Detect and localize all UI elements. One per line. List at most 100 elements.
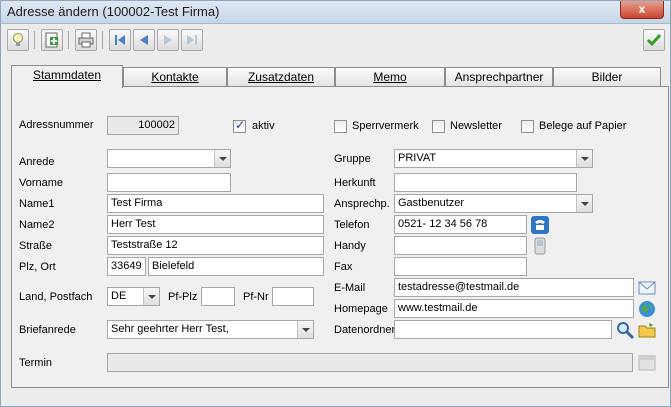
- pfplz-input[interactable]: [201, 287, 235, 306]
- pfplz-label: Pf-Plz: [168, 291, 198, 303]
- confirm-button[interactable]: [643, 29, 665, 51]
- chevron-down-icon[interactable]: [576, 150, 592, 167]
- handy-input[interactable]: [394, 236, 527, 255]
- plzort-label: Plz, Ort: [19, 261, 56, 273]
- datenordner-label: Datenordner: [334, 324, 396, 336]
- termin-field: [107, 353, 633, 372]
- print-button[interactable]: [75, 29, 97, 51]
- lightbulb-icon: [13, 33, 23, 46]
- gruppe-label: Gruppe: [334, 153, 371, 165]
- herkunft-label: Herkunft: [334, 177, 376, 189]
- newsletter-checkbox[interactable]: [432, 120, 445, 133]
- add-button[interactable]: [41, 29, 63, 51]
- fax-input[interactable]: [394, 257, 527, 276]
- termin-label: Termin: [19, 357, 53, 369]
- mobile-phone-icon: [534, 237, 546, 255]
- land-label: Land, Postfach: [19, 291, 93, 303]
- confirm-check-icon: [646, 34, 662, 47]
- aktiv-checkbox[interactable]: [233, 118, 246, 133]
- ansprech-select[interactable]: Gastbenutzer: [394, 194, 593, 213]
- globe-icon: [639, 301, 655, 317]
- strasse-input[interactable]: Teststraße 12: [107, 236, 324, 255]
- folder-icon: [638, 323, 656, 338]
- fax-label: Fax: [334, 261, 353, 273]
- plz-input[interactable]: 33649: [107, 257, 146, 276]
- herkunft-input[interactable]: [394, 173, 577, 192]
- send-email-button[interactable]: [637, 278, 657, 298]
- prev-record-button[interactable]: [133, 29, 155, 51]
- first-record-icon: [115, 35, 125, 45]
- briefanrede-label: Briefanrede: [19, 324, 76, 336]
- add-record-icon: [45, 32, 58, 48]
- search-icon: [617, 322, 635, 340]
- chevron-down-icon[interactable]: [143, 288, 159, 305]
- adressnummer-field: 100002: [107, 116, 179, 135]
- ansprech-label: Ansprechp.: [334, 198, 390, 210]
- hint-button[interactable]: [7, 29, 29, 51]
- mobile-call-button[interactable]: [530, 236, 550, 256]
- name2-label: Name2: [19, 219, 55, 231]
- name2-input[interactable]: Herr Test: [107, 215, 324, 234]
- termin-button[interactable]: [637, 353, 657, 373]
- tab-memo[interactable]: Memo: [335, 67, 445, 86]
- aktiv-label: aktiv: [252, 120, 275, 132]
- homepage-label: Homepage: [334, 303, 388, 315]
- tab-bar: Stammdaten Kontakte Zusatzdaten Memo Ans…: [11, 65, 669, 88]
- tab-kontakte[interactable]: Kontakte: [123, 67, 227, 86]
- ort-input[interactable]: Bielefeld: [148, 257, 324, 276]
- next-record-icon: [164, 35, 172, 45]
- toolbar-separator: [68, 31, 69, 49]
- homepage-input[interactable]: www.testmail.de: [394, 299, 634, 318]
- anrede-select[interactable]: [107, 149, 231, 168]
- pfnr-input[interactable]: [272, 287, 314, 306]
- name1-label: Name1: [19, 198, 55, 210]
- address-edit-window: Adresse ändern (100002-Test Firma) x Sta…: [0, 0, 671, 407]
- land-select[interactable]: DE: [107, 287, 160, 306]
- email-input[interactable]: testadresse@testmail.de: [394, 278, 634, 297]
- toolbar-separator: [102, 31, 103, 49]
- gruppe-select[interactable]: PRIVAT: [394, 149, 593, 168]
- phone-icon: [531, 216, 549, 234]
- email-label: E-Mail: [334, 282, 366, 294]
- last-record-icon: [187, 35, 197, 45]
- close-button[interactable]: x: [620, 1, 664, 19]
- print-icon: [78, 32, 94, 48]
- tab-stammdaten[interactable]: Stammdaten: [11, 65, 123, 88]
- tab-ansprechpartner[interactable]: Ansprechpartner: [445, 67, 553, 86]
- name1-input[interactable]: Test Firma: [107, 194, 324, 213]
- first-record-button[interactable]: [109, 29, 131, 51]
- open-folder-button[interactable]: [637, 320, 657, 340]
- title-bar: Adresse ändern (100002-Test Firma) x: [1, 1, 670, 24]
- pfnr-label: Pf-Nr: [243, 291, 269, 303]
- toolbar: [3, 26, 668, 56]
- sperrvermerk-label: Sperrvermerk: [352, 120, 419, 132]
- chevron-down-icon[interactable]: [214, 150, 230, 167]
- toolbar-separator: [34, 31, 35, 49]
- tab-zusatzdaten[interactable]: Zusatzdaten: [227, 67, 335, 86]
- call-button[interactable]: [530, 215, 550, 235]
- tab-bilder[interactable]: Bilder: [553, 67, 661, 86]
- vorname-input[interactable]: [107, 173, 231, 192]
- next-record-button[interactable]: [157, 29, 179, 51]
- strasse-label: Straße: [19, 240, 53, 252]
- handy-label: Handy: [334, 240, 366, 252]
- vorname-label: Vorname: [19, 177, 64, 189]
- sperrvermerk-checkbox[interactable]: [334, 120, 347, 133]
- calendar-icon: [638, 355, 656, 371]
- datenordner-input[interactable]: [394, 320, 612, 339]
- briefanrede-select[interactable]: Sehr geehrter Herr Test,: [107, 320, 314, 339]
- search-folder-button[interactable]: [615, 320, 635, 340]
- telefon-label: Telefon: [334, 219, 370, 231]
- prev-record-icon: [140, 35, 148, 45]
- window-title: Adresse ändern (100002-Test Firma): [7, 4, 220, 19]
- belege-checkbox[interactable]: [521, 120, 534, 133]
- last-record-button[interactable]: [181, 29, 203, 51]
- stammdaten-panel: Adressnummer 100002 aktiv Anrede Vorname…: [11, 86, 669, 388]
- telefon-input[interactable]: 0521- 12 34 56 78: [394, 215, 527, 234]
- adressnummer-label: Adressnummer: [19, 119, 94, 131]
- newsletter-label: Newsletter: [450, 120, 502, 132]
- open-homepage-button[interactable]: [637, 299, 657, 319]
- anrede-label: Anrede: [19, 156, 55, 168]
- chevron-down-icon[interactable]: [576, 195, 592, 212]
- chevron-down-icon[interactable]: [297, 321, 313, 338]
